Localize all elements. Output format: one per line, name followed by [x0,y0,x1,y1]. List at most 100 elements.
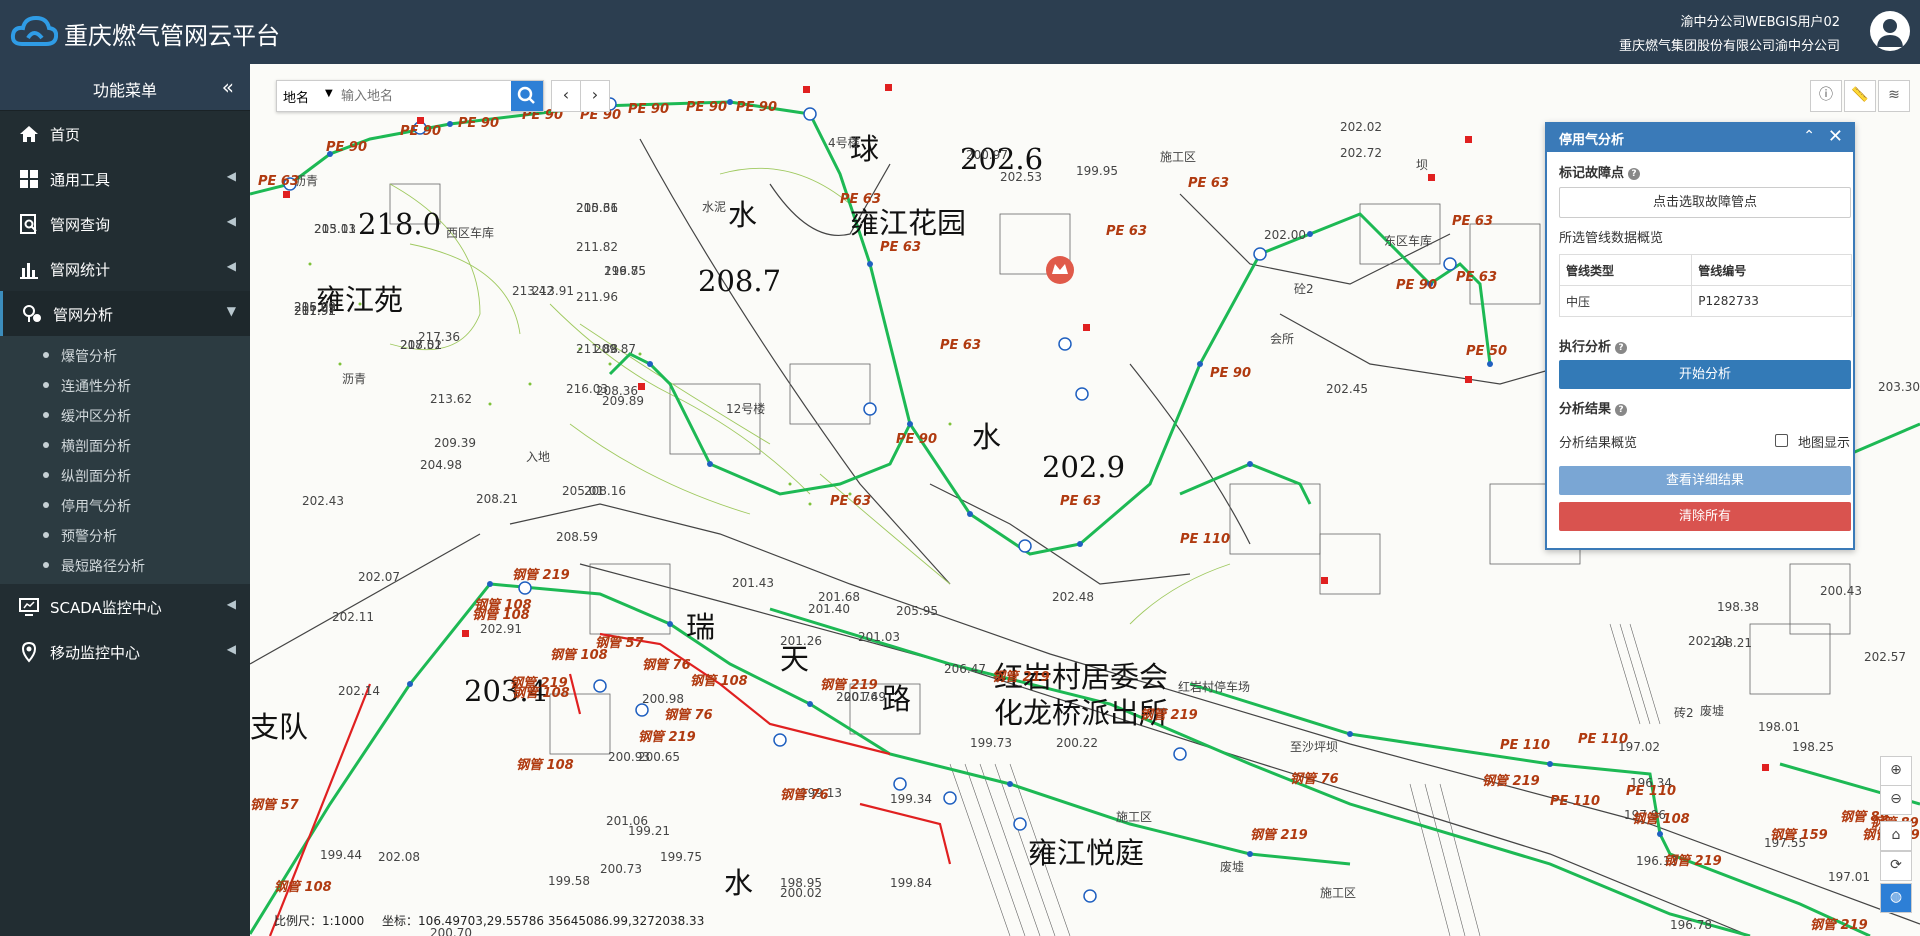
forward-button[interactable]: › [580,80,610,112]
pipe-label: 钢管 219 [512,568,570,583]
clear-all-button[interactable]: 清除所有 [1559,502,1851,531]
submenu-label: 预警分析 [61,529,117,545]
info-button[interactable]: ⓘ [1810,80,1842,112]
menu-item-query[interactable]: 管网查询 ◀ [0,201,250,246]
home-view-button[interactable]: ⌂ [1880,821,1912,851]
place-label: 施工区 [1160,150,1197,164]
bar-chart-icon [20,263,38,279]
user-org: 重庆燃气集团股份有限公司渝中分公司 [1618,39,1840,54]
submenu-item[interactable]: 爆管分析 [0,340,250,370]
submenu-item[interactable]: 纵剖面分析 [0,460,250,490]
elevation-label: 202.48 [1052,590,1094,604]
pipe-label: PE 63 [1188,176,1230,191]
place-label: 施工区 [1320,886,1357,900]
elevation-label: 208.21 [476,492,518,506]
submenu-item[interactable]: 缓冲区分析 [0,400,250,430]
pipe-label: 钢管 219 [1664,854,1722,869]
place-search-input[interactable] [339,85,513,107]
chevron-down-icon: ▼ [226,304,236,318]
view-detail-button[interactable]: 查看详细结果 [1559,466,1851,495]
bullet-icon [43,532,49,538]
submenu-item[interactable]: 停用气分析 [0,490,250,520]
elevation-label: 200.66 [576,201,618,215]
collapse-sidebar-icon[interactable]: « [222,75,234,99]
table-row[interactable]: 中压 P1282733 [1558,285,1852,317]
place-search-bar: 地名 ▼ [276,80,544,112]
place-label: 至沙坪坝 [1290,740,1339,754]
submenu-label: 横剖面分析 [61,439,131,455]
elevation-label: 208.16 [584,484,626,498]
result-overview-label: 分析结果概览 [1559,436,1638,451]
map-label: 雍江悦庭 [1028,836,1145,870]
back-button[interactable]: ‹ [551,80,581,112]
pipe-label: 钢管 219 [1482,774,1540,789]
layers-button[interactable]: ≋ [1878,80,1910,112]
pipe-label: PE 63 [840,192,882,207]
refresh-button[interactable]: ⟳ [1880,851,1912,881]
submenu-item[interactable]: 预警分析 [0,520,250,550]
pipe-label: 钢管 108 [512,686,570,701]
submenu-item[interactable]: 横剖面分析 [0,430,250,460]
pipe-label: PE 63 [258,174,300,189]
map-label: 202.9 [1042,450,1126,484]
select-fault-point-button[interactable]: 点击选取故障管点 [1559,187,1851,218]
zoom-out-button[interactable]: ⊖ [1880,785,1912,815]
layers-icon: ≋ [1888,87,1900,103]
help-icon[interactable]: ? [1615,404,1628,416]
submenu-label: 纵剖面分析 [61,469,131,485]
zoom-in-button[interactable]: ⊕ [1880,756,1912,786]
pipe-label: 钢管 108 [274,880,332,895]
elevation-label: 200.43 [1820,584,1862,598]
gas-outage-analysis-panel: 停用气分析 ⌃ ✕ 标记故障点? 点击选取故障管点 所选管线数据概览 管线类型管… [1545,122,1855,550]
menu-label: 移动监控中心 [50,644,141,662]
pipe-label: PE 90 [628,102,670,117]
globe-button[interactable]: ◍ [1880,883,1912,913]
menu-item-home[interactable]: 首页 [0,111,250,156]
chevron-up-icon[interactable]: ⌃ [1803,128,1815,144]
pipe-label: 钢管 219 [1140,708,1198,723]
grid-icon [20,170,38,188]
pipe-label: 钢管 76 [664,708,713,723]
elevation-label: 200.65 [638,750,680,764]
elevation-label: 199.21 [628,824,670,838]
submenu-item[interactable]: 最短路径分析 [0,550,250,580]
chevron-left-icon: ◀ [226,259,236,273]
map-display-checkbox[interactable] [1775,434,1788,447]
search-type-select[interactable]: 地名 [283,87,309,106]
elevation-label: 197.01 [1828,870,1870,884]
app-title: 重庆燃气管网云平台 [64,22,280,50]
chevron-down-icon[interactable]: ▼ [325,88,333,99]
close-icon[interactable]: ✕ [1828,126,1843,147]
help-icon[interactable]: ? [1628,168,1641,180]
menu-item-mobile[interactable]: 移动监控中心 ◀ [0,629,250,674]
elevation-label: 213.62 [430,392,472,406]
elevation-label: 200.97 [966,148,1008,162]
avatar[interactable] [1870,11,1910,51]
elevation-label: 208.01 [400,338,442,352]
fault-marker[interactable] [1046,256,1074,284]
location-icon [21,641,37,663]
elevation-label: 199.73 [970,736,1012,750]
elevation-label: 203.30 [1878,380,1920,394]
elevation-label: 213.42 [512,284,554,298]
submenu-item[interactable]: 连通性分析 [0,370,250,400]
bullet-icon [43,442,49,448]
pipe-label: PE 90 [896,432,938,447]
chevron-left-icon: ◀ [226,169,236,183]
start-analysis-button[interactable]: 开始分析 [1559,360,1851,389]
place-label: 12号楼 [726,402,766,416]
elevation-label: 202.43 [302,494,344,508]
help-icon[interactable]: ? [1615,342,1628,354]
coordinate-readout: 坐标：106.49703,29.55786 35645086.99,327203… [382,914,705,928]
bullet-icon [43,412,49,418]
elevation-label: 202.00 [1264,228,1306,242]
elevation-label: 203.01 [314,222,356,236]
measure-button[interactable]: 📏 [1844,80,1876,112]
search-button[interactable] [511,81,543,111]
menu-item-tools[interactable]: 通用工具 ◀ [0,156,250,201]
elevation-label: 209.87 [594,342,636,356]
menu-item-stats[interactable]: 管网统计 ◀ [0,246,250,291]
menu-item-scada[interactable]: SCADA监控中心 ◀ [0,584,250,629]
pipe-label: PE 50 [1466,344,1508,359]
menu-item-analysis[interactable]: 管网分析 ▼ [0,291,250,336]
